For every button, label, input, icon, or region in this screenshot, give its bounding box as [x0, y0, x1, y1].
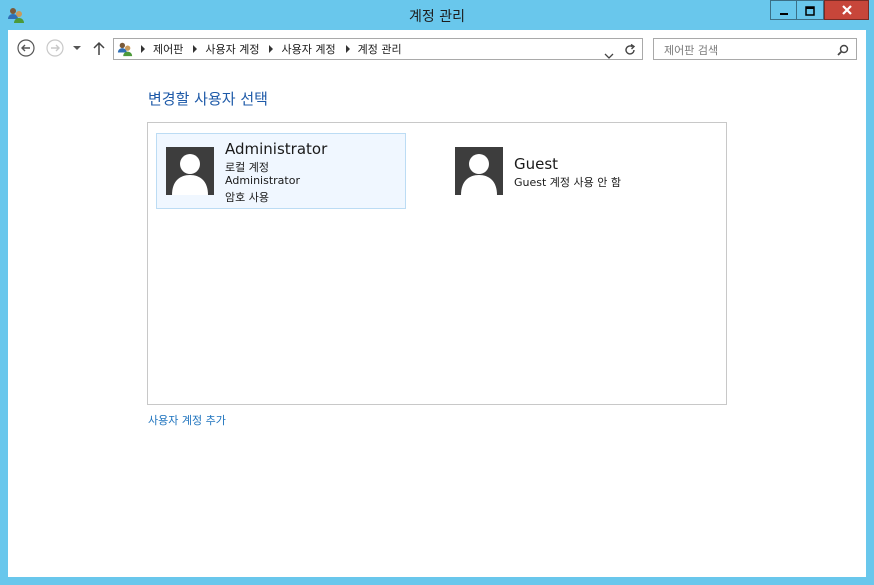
window: 계정 관리 제어판 사용자 계정 사용자 계정 계정 관리 제어판 검색 변경할…: [0, 0, 874, 585]
chevron-down-icon[interactable]: [604, 45, 614, 64]
account-tile-guest[interactable]: Guest Guest 계정 사용 안 함: [446, 133, 696, 209]
user-avatar-icon: [455, 147, 503, 195]
back-icon[interactable]: [17, 39, 35, 57]
navigation-bar: 제어판 사용자 계정 사용자 계정 계정 관리 제어판 검색: [8, 30, 866, 66]
breadcrumb-separator-icon[interactable]: [269, 45, 274, 53]
account-name: Guest: [514, 155, 559, 173]
account-name: Administrator: [225, 140, 328, 158]
maximize-icon: [805, 1, 815, 20]
minimize-icon: [779, 1, 789, 20]
title-bar[interactable]: 계정 관리: [0, 0, 874, 30]
account-detail: 암호 사용: [225, 191, 269, 204]
user-avatar-icon: [166, 147, 214, 195]
search-icon[interactable]: [836, 42, 850, 56]
address-bar[interactable]: 제어판 사용자 계정 사용자 계정 계정 관리: [113, 38, 643, 60]
search-input[interactable]: 제어판 검색: [664, 42, 718, 58]
user-accounts-icon: [117, 41, 133, 57]
page-title: 변경할 사용자 선택: [148, 90, 268, 108]
account-tile-administrator[interactable]: Administrator 로컬 계정 Administrator 암호 사용: [156, 133, 406, 209]
account-list: Administrator 로컬 계정 Administrator 암호 사용 …: [147, 122, 727, 405]
search-box[interactable]: 제어판 검색: [653, 38, 857, 60]
client-area: 제어판 사용자 계정 사용자 계정 계정 관리 제어판 검색 변경할 사용자 선…: [8, 30, 866, 577]
up-icon[interactable]: [92, 39, 106, 57]
forward-icon[interactable]: [46, 39, 64, 57]
breadcrumb-separator-icon[interactable]: [345, 45, 350, 53]
account-detail: 로컬 계정: [225, 161, 269, 174]
breadcrumb-separator-icon[interactable]: [141, 45, 145, 53]
breadcrumb-item[interactable]: 제어판: [153, 41, 183, 57]
recent-dropdown-icon[interactable]: [72, 39, 82, 57]
breadcrumb: 제어판 사용자 계정 사용자 계정 계정 관리: [138, 39, 402, 59]
account-detail: Guest 계정 사용 안 함: [514, 176, 622, 189]
breadcrumb-item[interactable]: 사용자 계정: [281, 41, 335, 57]
breadcrumb-separator-icon[interactable]: [193, 45, 198, 53]
maximize-button[interactable]: [797, 0, 824, 20]
breadcrumb-item[interactable]: 사용자 계정: [205, 41, 259, 57]
refresh-icon[interactable]: [623, 42, 637, 56]
add-user-account-link[interactable]: 사용자 계정 추가: [148, 412, 226, 428]
account-detail: Administrator: [225, 174, 300, 187]
breadcrumb-item[interactable]: 계정 관리: [358, 41, 402, 57]
close-button[interactable]: [824, 0, 869, 20]
minimize-button[interactable]: [770, 0, 797, 20]
close-icon: [841, 1, 853, 20]
window-title: 계정 관리: [409, 9, 465, 25]
